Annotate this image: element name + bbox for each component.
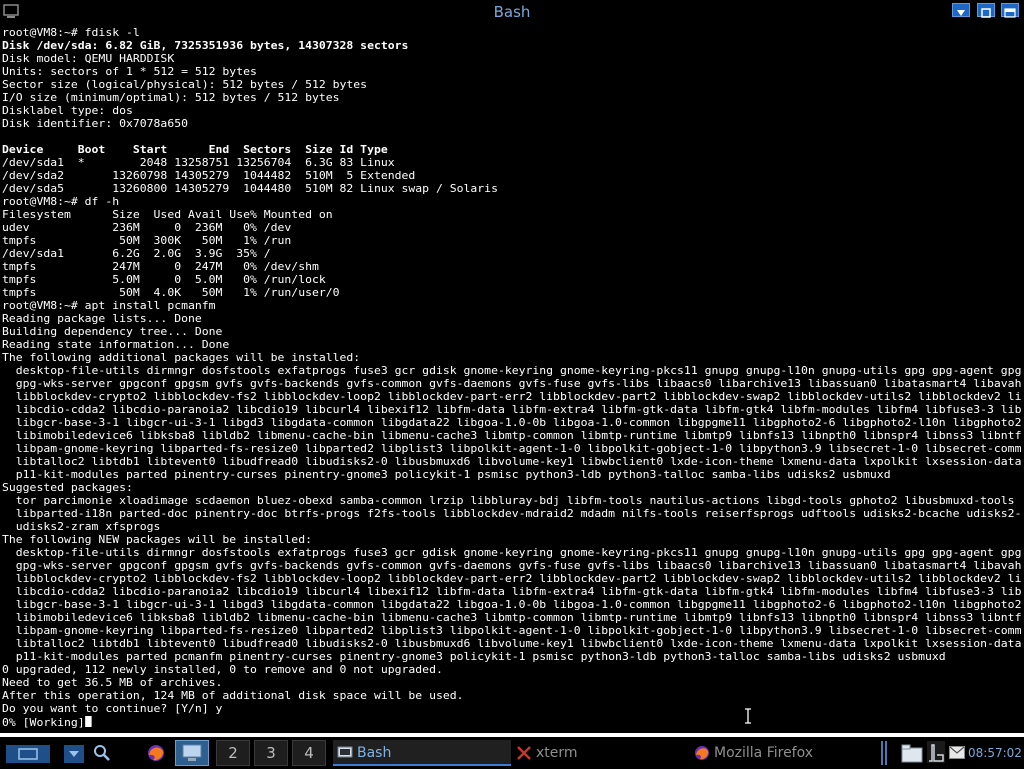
terminal-line: tmpfs 247M 0 247M 0% /dev/shm <box>2 261 319 273</box>
terminal-line: libgcr-base-3-1 libgcr-ui-3-1 libgd3 lib… <box>2 599 1022 611</box>
terminal-line: libtalloc2 libtdb1 libtevent0 libudfread… <box>2 638 1022 650</box>
task-label: Mozilla Firefox <box>714 745 814 761</box>
maximize-icon <box>981 8 991 18</box>
terminal-line: desktop-file-utils dirmngr dosfstools ex… <box>2 365 1022 377</box>
terminal-line: p11-kit-modules parted pinentry-curses p… <box>2 469 891 481</box>
terminal-line: libpam-gnome-keyring libparted-fs-resize… <box>2 625 1022 637</box>
terminal-line: After this operation, 124 MB of addition… <box>2 690 464 702</box>
terminal-line: root@VM8:~# apt install pcmanfm <box>2 300 216 312</box>
terminal-icon <box>182 744 202 761</box>
terminal-icon <box>337 746 353 758</box>
terminal-line: tor parcimonie xloadimage scdaemon bluez… <box>2 495 1022 507</box>
terminal-line: gpg-wks-server gpgconf gpgsm gvfs gvfs-b… <box>15 560 1022 572</box>
task-bash[interactable]: Bash <box>333 740 511 766</box>
terminal-line: /dev/sda1 * 2048 13258751 13256704 6.3G … <box>2 157 395 169</box>
terminal-output[interactable]: root@VM8:~# fdisk -l Disk /dev/sda: 6.82… <box>2 27 1022 730</box>
terminal-line: libparted-i18n parted-doc pinentry-doc b… <box>15 508 1022 520</box>
terminal-line: Building dependency tree... Done <box>2 326 223 338</box>
terminal-line: Device Boot Start End Sectors Size Id Ty… <box>2 144 388 156</box>
maximize-button[interactable] <box>977 3 995 18</box>
terminal-line: libgcr-base-3-1 libgcr-ui-3-1 libgd3 lib… <box>2 417 1022 429</box>
terminal-line: Filesystem Size Used Avail Use% Mounted … <box>2 209 333 221</box>
terminal-line: Need to get 36.5 MB of archives. <box>2 677 223 689</box>
task-label: Bash <box>357 745 392 761</box>
terminal-status-line: 0% [Working] <box>2 717 85 729</box>
terminal-line: libcdio-cdda2 libcdio-paranoia2 libcdio1… <box>2 586 1022 598</box>
terminal-line: libblockdev-crypto2 libblockdev-fs2 libb… <box>2 573 1022 585</box>
taskbar: 2 3 4 Bash xterm Mozilla Firefox 08:57:0… <box>0 737 1024 768</box>
terminal-line: udisks2-zram xfsprogs <box>2 521 161 533</box>
terminal-line: libtalloc2 libtdb1 libtevent0 libudfread… <box>2 456 1022 468</box>
terminal-line: Units: sectors of 1 * 512 = 512 bytes <box>2 66 257 78</box>
window-list-icon[interactable] <box>64 745 84 763</box>
terminal-line: Disk identifier: 0x7078a650 <box>2 118 188 130</box>
terminal-line: libimobiledevice6 libksba8 libldb2 libme… <box>2 430 1022 442</box>
window-title: Bash <box>493 3 531 21</box>
terminal-line: Disk /dev/sda: 6.82 GiB, 7325351936 byte… <box>2 40 409 52</box>
close-button[interactable] <box>1001 3 1019 18</box>
terminal-line: Disk model: QEMU HARDDISK <box>2 53 175 65</box>
terminal-line: The following NEW packages will be insta… <box>2 534 312 546</box>
network-icon[interactable] <box>927 741 945 763</box>
terminal-line: /dev/sda1 6.2G 2.0G 3.9G 35% / <box>2 248 271 260</box>
terminal-line: udev 236M 0 236M 0% /dev <box>2 222 292 234</box>
workspace-4-button[interactable]: 4 <box>292 740 326 766</box>
terminal-line: Reading state information... Done <box>2 339 230 351</box>
terminal-line: I/O size (minimum/optimal): 512 bytes / … <box>2 92 340 104</box>
terminal-line: root@VM8:~# df -h <box>2 196 120 208</box>
task-firefox[interactable]: Mozilla Firefox <box>690 740 876 766</box>
task-xterm[interactable]: xterm <box>512 740 690 766</box>
terminal-line: Suggested packages: <box>2 482 133 494</box>
terminal-line: tmpfs 50M 300K 50M 1% /run <box>2 235 292 247</box>
terminal-text: root@VM8:~# fdisk -l Disk /dev/sda: 6.82… <box>2 27 1022 730</box>
search-icon[interactable] <box>92 743 112 763</box>
mail-icon[interactable] <box>949 746 965 759</box>
title-bar[interactable]: Bash <box>0 0 1024 24</box>
terminal-line: tmpfs 5.0M 0 5.0M 0% /run/lock <box>2 274 326 286</box>
terminal-window: Bash root@VM8:~# fdisk -l Disk /dev/sda:… <box>0 0 1024 733</box>
terminal-line: gpg-wks-server gpgconf gpgsm gvfs gvfs-b… <box>15 378 1022 390</box>
workspace-3-button[interactable]: 3 <box>254 740 288 766</box>
terminal-line: Disklabel type: dos <box>2 105 133 117</box>
terminal-line: 0 upgraded, 112 newly installed, 0 to re… <box>2 664 443 676</box>
terminal-line: root@VM8:~# fdisk -l <box>2 27 140 39</box>
file-manager-icon[interactable] <box>901 743 923 763</box>
terminal-line: libblockdev-crypto2 libblockdev-fs2 libb… <box>2 391 1022 403</box>
terminal-line: libpam-gnome-keyring libparted-fs-resize… <box>2 443 1022 455</box>
terminal-line: desktop-file-utils dirmngr dosfstools ex… <box>2 547 1022 559</box>
terminal-line: Do you want to continue? [Y/n] y <box>2 703 223 715</box>
terminal-line: The following additional packages will b… <box>2 352 361 364</box>
firefox-icon[interactable] <box>146 743 166 763</box>
minimize-icon <box>957 10 965 16</box>
close-icon <box>1004 8 1016 18</box>
start-menu-icon[interactable] <box>6 745 50 763</box>
terminal-line: libcdio-cdda2 libcdio-paranoia2 libcdio1… <box>2 404 1022 416</box>
clock[interactable]: 08:57:02 <box>968 740 1024 766</box>
terminal-line: libimobiledevice6 libksba8 libldb2 libme… <box>2 612 1022 624</box>
terminal-line: /dev/sda5 13260800 14305279 1044480 510M… <box>2 183 498 195</box>
workspace-2-button[interactable]: 2 <box>216 740 250 766</box>
terminal-line: Reading package lists... Done <box>2 313 202 325</box>
firefox-icon <box>695 746 709 760</box>
terminal-line: tmpfs 50M 4.0K 50M 1% /run/user/0 <box>2 287 340 299</box>
terminal-cursor <box>84 716 92 727</box>
terminal-line: Sector size (logical/physical): 512 byte… <box>2 79 368 91</box>
workspace-1-button[interactable] <box>175 740 209 766</box>
text-cursor-icon <box>745 708 751 724</box>
tray-separator-icon <box>881 741 887 765</box>
minimize-button[interactable] <box>952 3 970 17</box>
xterm-icon <box>517 746 531 760</box>
task-label: xterm <box>536 745 578 761</box>
terminal-line: /dev/sda2 13260798 14305279 1044482 510M… <box>2 170 416 182</box>
terminal-line: p11-kit-modules parted pcmanfm pinentry-… <box>2 651 946 663</box>
